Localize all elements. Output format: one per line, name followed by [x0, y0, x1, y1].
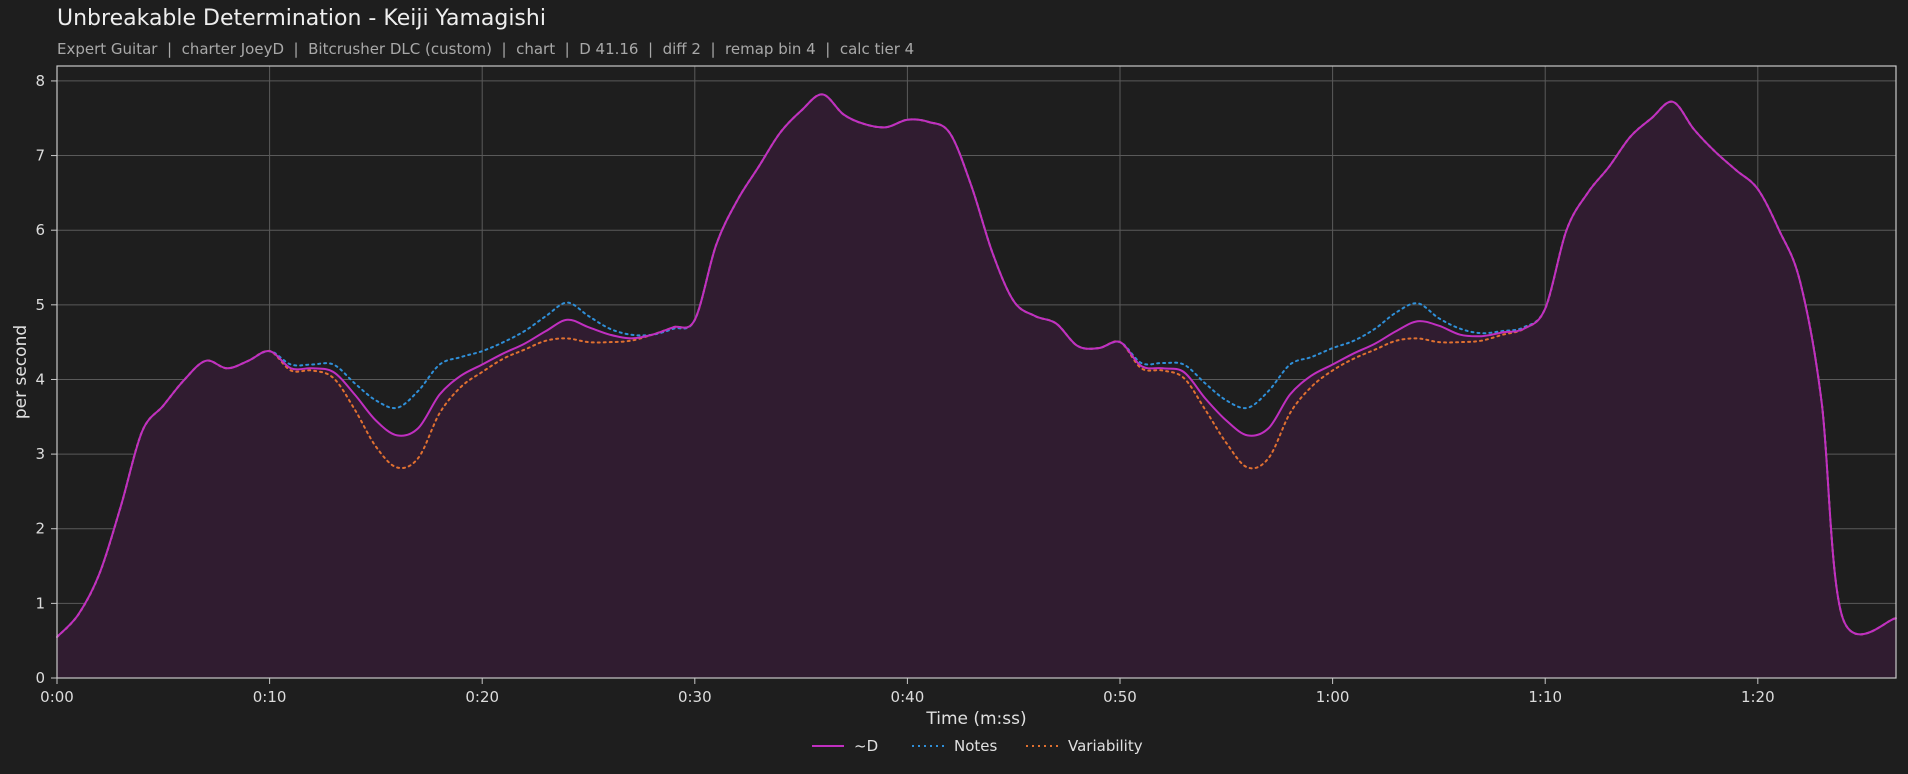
x-tick-label: 1:10 — [1528, 688, 1562, 706]
legend-label: ~D — [854, 737, 878, 755]
y-axis-label: per second — [11, 325, 31, 419]
y-tick-label: 7 — [35, 147, 45, 165]
x-tick-label: 1:20 — [1741, 688, 1775, 706]
y-tick-label: 3 — [35, 445, 45, 463]
y-tick-label: 4 — [35, 370, 45, 388]
legend-label: Variability — [1068, 737, 1143, 755]
y-tick-label: 5 — [35, 296, 45, 314]
x-axis-label: Time (m:ss) — [925, 709, 1026, 729]
y-tick-label: 2 — [35, 520, 45, 538]
area-fill-d — [57, 94, 1896, 678]
x-tick-label: 0:40 — [891, 688, 925, 706]
y-tick-label: 1 — [35, 594, 45, 612]
x-tick-label: 0:00 — [40, 688, 74, 706]
x-tick-label: 0:10 — [253, 688, 287, 706]
x-tick-label: 0:50 — [1103, 688, 1137, 706]
x-tick-label: 0:30 — [678, 688, 712, 706]
y-tick-label: 0 — [35, 669, 45, 687]
legend: ~D Notes Variability — [812, 737, 1143, 755]
legend-label: Notes — [954, 737, 998, 755]
x-tick-label: 0:20 — [465, 688, 499, 706]
fill-layer — [57, 94, 1896, 678]
chart-svg: 0:00 0:10 0:20 0:30 0:40 0:50 1:00 1:10 1:20 0 1 2 3… — [11, 65, 1897, 755]
x-tick-label: 1:00 — [1316, 688, 1350, 706]
y-tick-label: 8 — [35, 72, 45, 90]
y-tick-label: 6 — [35, 221, 45, 239]
